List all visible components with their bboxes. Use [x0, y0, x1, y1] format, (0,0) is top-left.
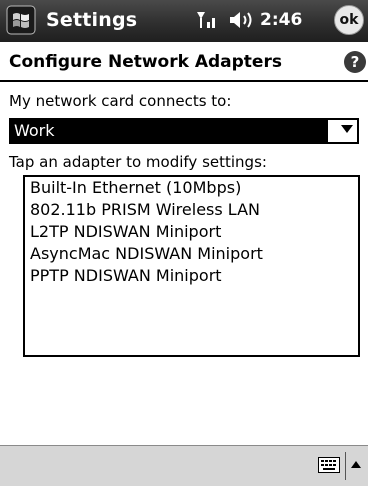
network-connects-dropdown[interactable]: Work — [9, 118, 359, 144]
list-item[interactable]: Built-In Ethernet (10Mbps) — [25, 177, 358, 199]
list-item[interactable]: L2TP NDISWAN Miniport — [25, 221, 358, 243]
help-icon[interactable]: ? — [344, 51, 366, 73]
windows-flag-icon[interactable] — [4, 3, 38, 37]
command-bar — [0, 445, 368, 486]
ok-button[interactable]: ok — [334, 5, 364, 35]
page-title: Configure Network Adapters — [9, 52, 282, 72]
list-item[interactable]: PPTP NDISWAN Miniport — [25, 265, 358, 287]
sip-up-arrow-icon[interactable] — [351, 461, 361, 468]
list-item[interactable]: AsyncMac NDISWAN Miniport — [25, 243, 358, 265]
keyboard-icon[interactable] — [318, 457, 340, 477]
chevron-down-icon[interactable] — [341, 125, 353, 133]
app-title[interactable]: Settings — [46, 9, 137, 31]
speaker-icon[interactable] — [228, 10, 254, 34]
clock[interactable]: 2:46 — [260, 10, 302, 30]
sip-divider — [345, 452, 346, 480]
signal-icon[interactable] — [195, 10, 219, 34]
adapter-list-label: Tap an adapter to modify settings: — [9, 153, 267, 171]
title-bar: Settings 2:46 ok — [0, 0, 368, 42]
connects-to-label: My network card connects to: — [9, 92, 232, 110]
list-item[interactable]: 802.11b PRISM Wireless LAN — [25, 199, 358, 221]
adapter-list[interactable]: Built-In Ethernet (10Mbps) 802.11b PRISM… — [23, 175, 360, 357]
dropdown-selected-value[interactable]: Work — [11, 120, 328, 142]
header-divider — [0, 80, 368, 82]
